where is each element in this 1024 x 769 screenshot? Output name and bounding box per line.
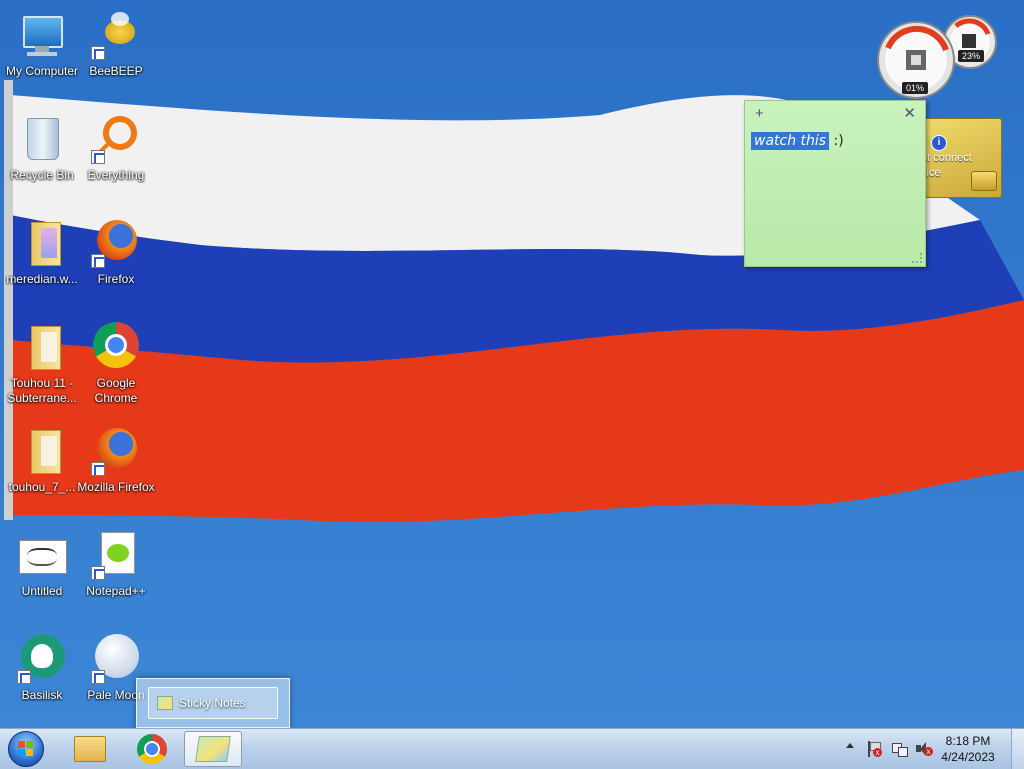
- delete-note-button[interactable]: ✕: [903, 104, 916, 122]
- desktop-icon-label: Everything: [87, 168, 145, 182]
- clock-date: 4/24/2023: [941, 750, 995, 764]
- cpu-meter-gadget[interactable]: 01% 23%: [874, 8, 1000, 100]
- shortcut-arrow-icon: [17, 670, 31, 684]
- everything-search-icon: [91, 114, 141, 164]
- action-center-flag-icon[interactable]: x: [866, 741, 882, 757]
- desktop-icon-recycle-bin[interactable]: Recycle Bin: [0, 108, 84, 204]
- sticky-notes-icon: [157, 696, 173, 710]
- firefox-icon: [91, 218, 141, 268]
- shortcut-arrow-icon: [91, 462, 105, 476]
- system-clock[interactable]: 8:18 PM 4/24/2023: [928, 733, 1008, 765]
- add-note-button[interactable]: +: [755, 105, 764, 122]
- cpu-usage-readout: 01%: [902, 82, 928, 94]
- taskbar-explorer-button[interactable]: [62, 731, 118, 767]
- taskbar-sticky-notes-button[interactable]: [184, 731, 242, 767]
- desktop-icon-basilisk[interactable]: Basilisk: [0, 628, 84, 724]
- show-desktop-button[interactable]: [1011, 729, 1024, 769]
- desktop-icon-label: meredian.w...: [6, 272, 78, 286]
- basilisk-icon: [17, 634, 67, 684]
- desktop-icon-beebeep[interactable]: BeeBEEP: [74, 4, 158, 100]
- desktop-icon-label: Untitled: [21, 584, 63, 598]
- clock-time: 8:18 PM: [945, 734, 991, 748]
- taskbar: x x 8:18 PM 4/24/2023: [0, 728, 1024, 769]
- desktop-icon-touhou-11[interactable]: Touhou 11 - Subterrane...: [0, 316, 84, 412]
- network-icon[interactable]: [892, 741, 908, 757]
- sticky-note-titlebar[interactable]: + ✕: [745, 101, 925, 127]
- show-hidden-icons-chevron-up-icon[interactable]: [846, 743, 854, 751]
- desktop-icon-label: touhou_7_...: [8, 480, 76, 494]
- sticky-notes-icon: [195, 736, 231, 762]
- desktop-icon-mozilla-firefox[interactable]: Mozilla Firefox: [74, 420, 158, 516]
- sticky-note-text[interactable]: watch this :): [745, 127, 925, 150]
- desktop-icon-notepad-plus-plus[interactable]: Notepad++: [74, 524, 158, 620]
- shortcut-arrow-icon: [91, 670, 105, 684]
- pale-moon-icon: [91, 634, 141, 684]
- desktop-icon-label: Notepad++: [86, 584, 146, 598]
- desktop-icon-label: Google Chrome: [94, 376, 138, 405]
- firefox-icon: [91, 426, 141, 476]
- resize-grip-icon[interactable]: [912, 253, 922, 263]
- info-icon: i: [931, 135, 947, 151]
- desktop-icon-everything[interactable]: Everything: [74, 108, 158, 204]
- folder-icon: [17, 426, 67, 476]
- image-file-icon: [17, 530, 67, 580]
- shortcut-arrow-icon: [91, 46, 105, 60]
- desktop-icon-label: Basilisk: [21, 688, 63, 702]
- memory-usage-readout: 23%: [958, 50, 984, 62]
- desktop-icon-label: Mozilla Firefox: [77, 480, 155, 494]
- start-button[interactable]: [4, 731, 48, 767]
- shortcut-arrow-icon: [91, 254, 105, 268]
- desktop-icon-label: BeeBEEP: [89, 64, 143, 78]
- explorer-icon: [74, 736, 106, 762]
- desktop-icon-untitled[interactable]: Untitled: [0, 524, 84, 620]
- shortcut-arrow-icon: [91, 150, 105, 164]
- note-text-rest: :): [829, 133, 844, 149]
- sticky-note[interactable]: + ✕ watch this :): [744, 100, 926, 267]
- desktop-icon-label: Recycle Bin: [10, 168, 74, 182]
- chrome-icon: [91, 322, 141, 372]
- desktop-icon-my-computer[interactable]: My Computer: [0, 4, 84, 100]
- thumbnail-item[interactable]: Sticky Notes: [148, 687, 278, 719]
- taskbar-chrome-button[interactable]: [124, 731, 180, 767]
- chip-icon: [971, 171, 997, 191]
- desktop-icon-touhou-7[interactable]: touhou_7_...: [0, 420, 84, 516]
- desktop-icon-label: My Computer: [5, 64, 79, 78]
- chrome-icon: [137, 734, 167, 764]
- taskbar-thumbnail-preview[interactable]: Sticky Notes: [136, 678, 290, 728]
- windows-start-orb-icon: [8, 731, 44, 767]
- recycle-bin-icon: [17, 114, 67, 164]
- desktop-icon-label: Touhou 11 - Subterrane...: [7, 376, 77, 405]
- desktop-icon-firefox[interactable]: Firefox: [74, 212, 158, 308]
- card-gadget-text-1: ot connect: [921, 152, 972, 164]
- bee-icon: [91, 10, 141, 60]
- desktop-icon-meredian[interactable]: meredian.w...: [0, 212, 84, 308]
- selected-text: watch this: [751, 132, 830, 150]
- desktop-icon-google-chrome[interactable]: Google Chrome: [74, 316, 158, 412]
- thumbnail-label: Sticky Notes: [179, 696, 246, 710]
- shortcut-arrow-icon: [91, 566, 105, 580]
- folder-icon: [17, 218, 67, 268]
- folder-icon: [17, 322, 67, 372]
- computer-icon: [17, 10, 67, 60]
- notepad-plus-plus-icon: [91, 530, 141, 580]
- desktop-icon-label: Firefox: [97, 272, 135, 286]
